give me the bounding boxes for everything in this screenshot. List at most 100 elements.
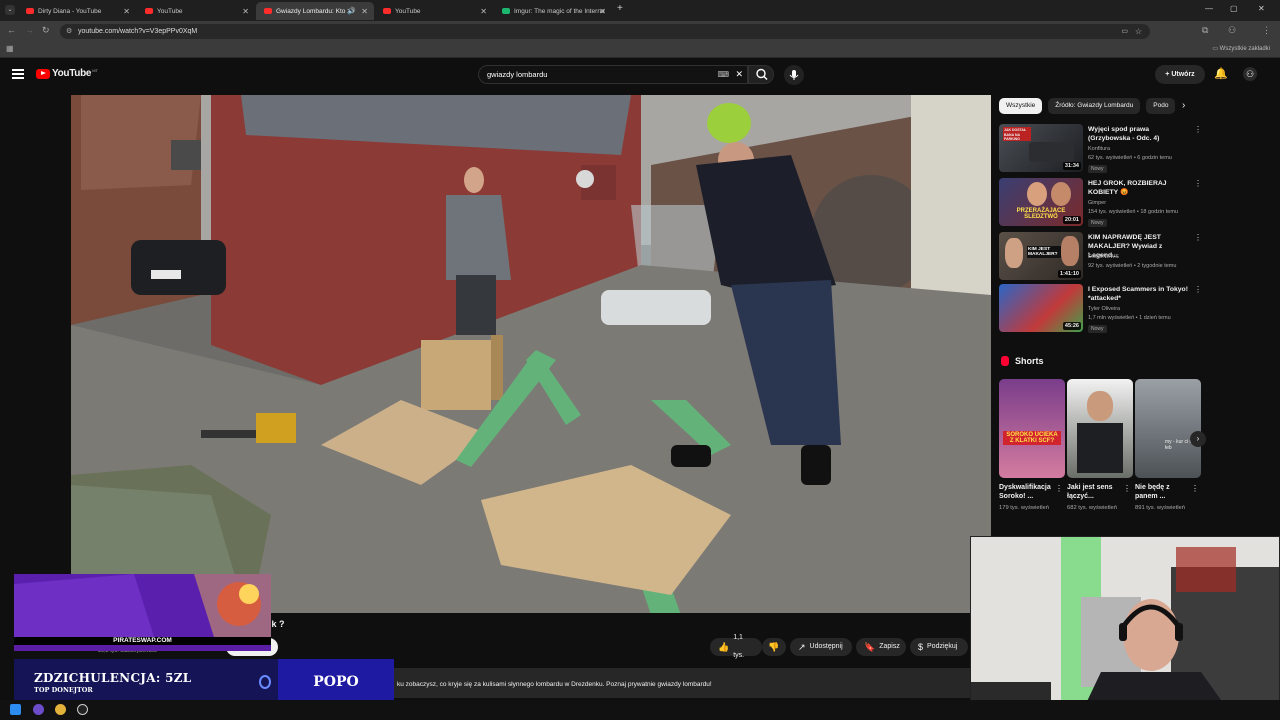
tab-youtube-1[interactable]: YouTube ✕	[137, 2, 255, 20]
create-button[interactable]: + Utwórz	[1155, 65, 1205, 84]
recommendation-item[interactable]: 45:26 I Exposed Scammers in Tokyo! *atta…	[999, 284, 1204, 334]
notifications-bell-icon[interactable]: 🔔	[1214, 67, 1228, 81]
video-player[interactable]	[71, 95, 991, 613]
close-tab-icon[interactable]: ✕	[242, 7, 249, 16]
channel-name[interactable]: Tyler Oliveira	[1088, 306, 1120, 312]
back-icon[interactable]: ←	[7, 25, 16, 35]
tab-title: Gwiazdy Lombardu: Kto zb	[276, 7, 355, 15]
sponsor-domain: PIRATESWAP.COM	[14, 637, 271, 645]
sponsor-artwork	[14, 574, 271, 637]
new-badge: Nowy	[1088, 165, 1107, 173]
bookmark-star-icon[interactable]: ☆	[1135, 24, 1142, 39]
more-actions-icon[interactable]: ⋮	[1194, 285, 1202, 294]
video-title: I Exposed Scammers in Tokyo! *attacked*	[1088, 286, 1188, 302]
tab-title: Imgur: The magic of the Interne	[514, 7, 605, 15]
more-actions-icon[interactable]: ⋮	[1194, 233, 1202, 242]
tab-title: YouTube	[157, 7, 183, 15]
profile-icon[interactable]: ⚇	[1228, 25, 1236, 36]
video-duration: 45:26	[1062, 322, 1081, 330]
recommendation-item[interactable]: KIM JEST MAKALJER? 1:41:10 KIM NAPRAWDĘ …	[999, 232, 1204, 282]
windows-start-icon[interactable]	[10, 704, 21, 715]
chrome-icon[interactable]	[55, 704, 66, 715]
channel-name[interactable]: DOMINEWS	[1088, 254, 1119, 260]
video-title: HEJ GROK, ROZBIERAJ KOBIETY 😡	[1088, 180, 1167, 196]
video-thumbnail: 45:26	[999, 284, 1083, 332]
more-actions-icon[interactable]: ⋮	[1194, 125, 1202, 134]
channel-name[interactable]: Konfitura	[1088, 146, 1110, 152]
save-button[interactable]: 🔖 Zapisz	[856, 638, 906, 656]
tab-search-icon[interactable]: ⌄	[5, 5, 15, 15]
chevron-right-icon[interactable]: ›	[1182, 100, 1185, 111]
thanks-button[interactable]: $ Podziękuj	[910, 638, 968, 656]
close-tab-icon[interactable]: ✕	[361, 7, 368, 16]
all-bookmarks-folder[interactable]: ▭ Wszystkie zakładki	[1212, 45, 1270, 52]
tab-gwiazdy-lombardu[interactable]: Gwiazdy Lombardu: Kto zb 🔊 ✕	[256, 2, 374, 20]
short-item[interactable]: SOROKO UCIEKA Z KLATKI SCF? Dyskwalifika…	[999, 379, 1065, 512]
tab-imgur[interactable]: Imgur: The magic of the Interne ✕	[494, 2, 612, 20]
short-item[interactable]: Jaki jest sens łączyć... 682 tys. wyświe…	[1067, 379, 1133, 512]
more-actions-icon[interactable]: ⋮	[1123, 484, 1131, 493]
site-info-icon[interactable]: ⚙	[66, 24, 72, 39]
apps-grid-icon[interactable]: ▦	[6, 44, 14, 53]
recommendation-item[interactable]: JAK DOSTAŁ BANA NA PARKING 31:34 Wyjęci …	[999, 124, 1204, 174]
voice-search-button[interactable]	[784, 65, 804, 85]
chip-related[interactable]: Podo	[1146, 98, 1176, 114]
youtube-logo[interactable]: YouTube MT	[36, 68, 98, 79]
car-image	[1029, 142, 1074, 162]
share-icon: ↗	[798, 642, 806, 652]
chip-all[interactable]: Wszystkie	[999, 98, 1043, 114]
search-input[interactable]: gwiazdy lombardu ⌨ ✕	[478, 65, 748, 84]
account-avatar[interactable]: ⚇	[1243, 67, 1257, 81]
clear-search-icon[interactable]: ✕	[735, 66, 743, 83]
face-image	[1061, 236, 1079, 266]
cast-icon[interactable]: ▭	[1121, 24, 1128, 39]
video-thumbnail: JAK DOSTAŁ BANA NA PARKING 31:34	[999, 124, 1083, 172]
donation-amount: ZDZICHULENCJA: 5ZL	[34, 671, 192, 685]
thumbnail-caption: JAK DOSTAŁ BANA NA PARKING	[1003, 127, 1031, 141]
chip-source-gwiazdy-lombardu[interactable]: Źródło: Gwiazdy Lombardu	[1048, 98, 1141, 114]
menu-icon[interactable]	[12, 69, 24, 79]
thanks-label: Podziękuj	[927, 643, 958, 650]
dislike-button[interactable]: 👎	[762, 638, 786, 656]
audio-playing-icon[interactable]: 🔊	[347, 7, 356, 15]
more-actions-icon[interactable]: ⋮	[1194, 179, 1202, 188]
forward-icon[interactable]: →	[25, 25, 34, 35]
tab-dirty-diana[interactable]: Dirty Diana - YouTube ✕	[18, 2, 136, 20]
app-icon[interactable]	[33, 704, 44, 715]
close-tab-icon[interactable]: ✕	[480, 7, 487, 16]
share-button[interactable]: ↗ Udostępnij	[790, 638, 852, 656]
chrome-menu-icon[interactable]: ⋮	[1262, 25, 1271, 36]
search-button[interactable]	[748, 65, 774, 84]
extensions-icon[interactable]: ⧉	[1202, 25, 1208, 36]
shorts-next-button[interactable]: ›	[1190, 431, 1206, 447]
maximize-window-icon[interactable]: ▢	[1230, 4, 1238, 13]
thumbs-up-icon: 👍	[718, 642, 730, 652]
like-button[interactable]: 👍 1,1 tys.	[710, 634, 762, 659]
video-thumbnail: KIM JEST MAKALJER? 1:41:10	[999, 232, 1083, 280]
more-actions-icon[interactable]: ⋮	[1055, 484, 1063, 493]
face-image	[1005, 238, 1023, 268]
obs-icon[interactable]	[77, 704, 88, 715]
more-actions-icon[interactable]: ⋮	[1191, 484, 1199, 493]
minimize-window-icon[interactable]: —	[1205, 4, 1213, 13]
close-tab-icon[interactable]: ✕	[599, 7, 606, 16]
close-tab-icon[interactable]: ✕	[123, 7, 130, 16]
short-thumbnail	[1067, 379, 1133, 478]
tab-youtube-2[interactable]: YouTube ✕	[375, 2, 493, 20]
video-duration: 20:01	[1062, 216, 1081, 224]
new-tab-icon[interactable]: +	[617, 3, 623, 14]
donation-logo-icon	[259, 675, 271, 689]
recommendation-item[interactable]: PRZERAŻAJĄCE ŚLEDZTWO 20:01 HEJ GROK, RO…	[999, 178, 1204, 228]
person-image	[1077, 423, 1123, 473]
reload-icon[interactable]: ↻	[42, 25, 50, 36]
search-value: gwiazdy lombardu	[487, 70, 548, 79]
channel-name[interactable]: Gimper	[1088, 200, 1106, 206]
shorts-logo-icon	[1001, 356, 1009, 366]
microphone-icon	[789, 70, 799, 80]
keyboard-icon[interactable]: ⌨	[717, 66, 729, 83]
address-bar[interactable]: ⚙ youtube.com/watch?v=V3epPPv0XqM ▭ ☆	[60, 24, 1150, 39]
bookmarks-bar: ▦ ▭ Wszystkie zakładki	[0, 42, 1280, 58]
short-item[interactable]: my - kur ci na łeb Nie będę z panem ... …	[1135, 379, 1201, 512]
thumbnail-caption: SOROKO UCIEKA Z KLATKI SCF?	[1003, 431, 1061, 445]
close-window-icon[interactable]: ✕	[1258, 4, 1265, 13]
